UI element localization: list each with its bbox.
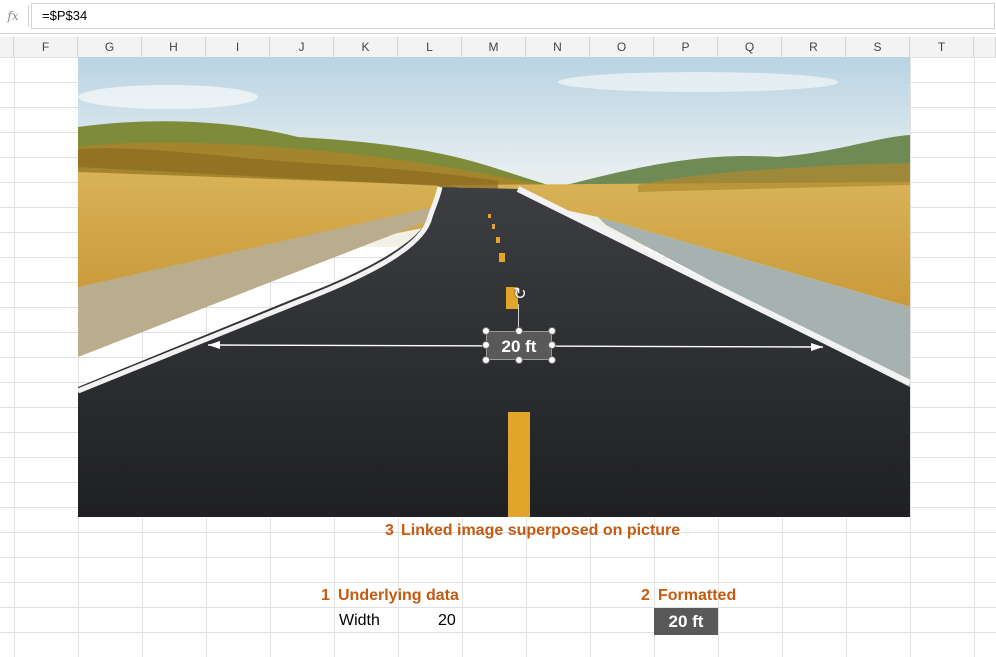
road-picture[interactable]	[78, 57, 910, 517]
select-all-corner[interactable]	[0, 37, 14, 57]
column-header-l[interactable]: L	[398, 37, 462, 57]
caption-formatted: Formatted	[658, 587, 737, 604]
column-header-t[interactable]: T	[910, 37, 974, 57]
column-header-u[interactable]	[974, 37, 996, 57]
caption-number-1: 1	[321, 587, 330, 604]
formula-bar-divider	[28, 5, 29, 27]
column-header-g[interactable]: G	[78, 37, 142, 57]
column-header-k[interactable]: K	[334, 37, 398, 57]
column-header-p[interactable]: P	[654, 37, 718, 57]
caption-number-2: 2	[641, 587, 650, 604]
column-header-q[interactable]: Q	[718, 37, 782, 57]
rotate-icon[interactable]: ↻	[511, 286, 529, 304]
road-illustration	[78, 57, 910, 517]
column-header-row: F G H I J K L M N O P Q R S T	[0, 37, 996, 58]
resize-handle-right[interactable]	[548, 341, 556, 349]
resize-handle-bottom-left[interactable]	[482, 356, 490, 364]
resize-handle-top-right[interactable]	[548, 327, 556, 335]
column-header-r[interactable]: R	[782, 37, 846, 57]
resize-handle-bottom[interactable]	[515, 356, 523, 364]
resize-handle-top-left[interactable]	[482, 327, 490, 335]
cell-formatted-value[interactable]: 20 ft	[654, 608, 718, 635]
column-header-j[interactable]: J	[270, 37, 334, 57]
column-header-m[interactable]: M	[462, 37, 526, 57]
resize-handle-left[interactable]	[482, 341, 490, 349]
resize-handle-top[interactable]	[515, 327, 523, 335]
column-header-f[interactable]: F	[14, 37, 78, 57]
resize-handle-bottom-right[interactable]	[548, 356, 556, 364]
formula-bar: fx =$P$34	[0, 0, 996, 34]
column-header-h[interactable]: H	[142, 37, 206, 57]
function-icon[interactable]: fx	[4, 7, 22, 25]
column-header-i[interactable]: I	[206, 37, 270, 57]
cell-width-label[interactable]: Width	[339, 612, 380, 630]
column-header-o[interactable]: O	[590, 37, 654, 57]
formula-input[interactable]: =$P$34	[31, 3, 995, 29]
cell-width-value[interactable]: 20	[438, 612, 456, 630]
caption-linked-image: Linked image superposed on picture	[401, 522, 681, 539]
column-header-n[interactable]: N	[526, 37, 590, 57]
caption-underlying-data: Underlying data	[338, 587, 459, 604]
caption-number-3: 3	[385, 522, 394, 539]
column-header-s[interactable]: S	[846, 37, 910, 57]
